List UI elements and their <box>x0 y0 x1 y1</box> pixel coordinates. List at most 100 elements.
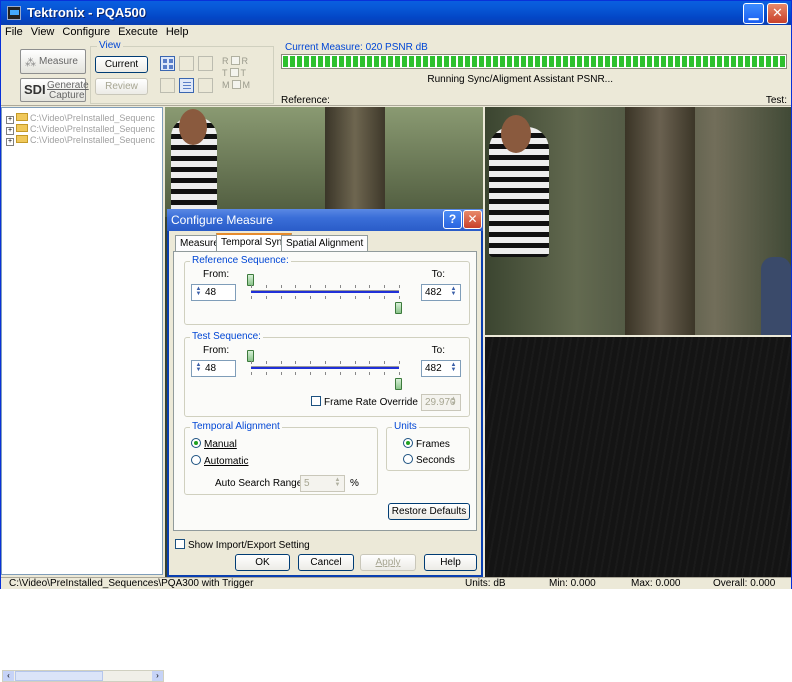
menu-help[interactable]: Help <box>162 25 193 40</box>
automatic-radio[interactable]: Automatic <box>191 455 248 467</box>
slider-tick <box>339 285 341 288</box>
expand-icon[interactable]: + <box>6 116 14 124</box>
manual-label: Manual <box>204 439 237 450</box>
expand-icon[interactable]: + <box>6 138 14 146</box>
menu-file[interactable]: File <box>1 25 27 40</box>
title-bar[interactable]: Tektronix - PQA500 ▁ ✕ <box>1 1 791 25</box>
help-button[interactable]: Help <box>424 554 477 571</box>
current-button[interactable]: Current <box>95 56 148 73</box>
layout-graph-icon[interactable] <box>160 78 175 93</box>
layout-quad-icon[interactable] <box>160 56 175 71</box>
menu-execute[interactable]: Execute <box>114 25 162 40</box>
slider-tick <box>280 372 282 375</box>
review-button[interactable]: Review <box>95 78 148 95</box>
reference-to-label: To: <box>431 269 445 280</box>
search-range-spinner[interactable]: 5 ▲ ▼ <box>300 475 345 492</box>
app-window: Tektronix - PQA500 ▁ ✕ File View Configure… <box>0 0 792 682</box>
layout-single-icon[interactable] <box>198 78 213 93</box>
layout-overlay-icon[interactable] <box>198 56 213 71</box>
rtm-row-t[interactable]: TT <box>222 68 246 78</box>
search-range-unit: % <box>350 478 359 489</box>
tree-item[interactable]: + C:\Video\PreInstalled_Sequenc <box>6 124 155 135</box>
slider-tick <box>265 361 267 364</box>
rtm-row-r[interactable]: RR <box>222 56 248 66</box>
reference-from-label: From: <box>203 269 230 280</box>
spinner-arrows-icon[interactable]: ▲ ▼ <box>449 286 458 298</box>
frame-rate-spinner[interactable]: 29.970 ▲ ▼ <box>421 394 461 411</box>
dialog-help-icon[interactable]: ? <box>443 210 462 229</box>
tree-item[interactable]: + C:\Video\PreInstalled_Sequenc <box>6 113 155 124</box>
test-from-spinner[interactable]: ▲ ▼ 48 <box>191 360 236 377</box>
dialog-close-icon[interactable]: ✕ <box>463 210 482 229</box>
reference-to-thumb[interactable] <box>395 302 402 314</box>
sequence-tree: + C:\Video\PreInstalled_Sequenc + C:\Video… <box>1 107 164 682</box>
slider-tick <box>354 285 356 288</box>
measure-icon: ⁂ <box>25 57 36 69</box>
status-max: Max: 0.000 <box>631 578 681 589</box>
folder-icon <box>16 113 28 121</box>
frames-radio[interactable]: Frames <box>403 438 450 450</box>
layout-grid-icon[interactable] <box>179 56 194 71</box>
slider-tick <box>310 372 312 375</box>
minimize-button[interactable]: ▁ <box>743 3 764 24</box>
cancel-button[interactable]: Cancel <box>298 554 354 571</box>
tab-spatial-alignment[interactable]: Spatial Alignment <box>281 235 369 251</box>
frame-rate-check-icon[interactable] <box>311 396 321 406</box>
ok-button[interactable]: OK <box>235 554 290 571</box>
spinner-arrows-icon[interactable]: ▲ ▼ <box>194 286 203 298</box>
temporal-sync-panel: Reference Sequence: From: To: ▲ ▼ 48 482 ▲ ▼… <box>173 251 477 531</box>
spinner-arrows-icon[interactable]: ▲ ▼ <box>333 477 342 489</box>
test-video-pane[interactable] <box>485 107 791 335</box>
reference-from-spinner[interactable]: ▲ ▼ 48 <box>191 284 236 301</box>
close-button[interactable]: ✕ <box>767 3 788 24</box>
difference-video-pane[interactable] <box>485 337 791 577</box>
status-overall: Overall: 0.000 <box>713 578 776 589</box>
expand-icon[interactable]: + <box>6 127 14 135</box>
view-group: View Current Review RR TT MM <box>90 40 274 104</box>
folder-icon <box>16 124 28 132</box>
manual-radio[interactable]: Manual <box>191 438 237 450</box>
scroll-right-icon[interactable]: › <box>152 671 163 681</box>
slider-tick <box>265 285 267 288</box>
apply-button[interactable]: Apply <box>360 554 416 571</box>
menu-configure[interactable]: Configure <box>58 25 114 40</box>
scroll-left-icon[interactable]: ‹ <box>3 671 14 681</box>
rtm-row-m[interactable]: MM <box>222 80 250 90</box>
seconds-radio[interactable]: Seconds <box>403 454 455 466</box>
slider-tick <box>384 285 386 288</box>
radio-unselected-icon[interactable] <box>191 455 201 465</box>
test-to-spinner[interactable]: 482 ▲ ▼ <box>421 360 461 377</box>
rtm-m-check[interactable] <box>231 80 241 89</box>
scroll-thumb[interactable] <box>15 671 103 681</box>
test-sequence-label: Test Sequence: <box>190 331 263 342</box>
dialog-title-bar[interactable]: Configure Measure ? ✕ <box>167 209 483 231</box>
import-export-check-icon[interactable] <box>175 539 185 549</box>
slider-tick <box>384 361 386 364</box>
seconds-label: Seconds <box>416 455 455 466</box>
tree-item[interactable]: + C:\Video\PreInstalled_Sequenc <box>6 135 155 146</box>
radio-unselected-icon[interactable] <box>403 454 413 464</box>
rtm-t-check[interactable] <box>229 68 239 77</box>
test-to-thumb[interactable] <box>395 378 402 390</box>
menu-view[interactable]: View <box>27 25 59 40</box>
reference-label: Reference: <box>281 95 330 106</box>
units-label: Units <box>392 421 419 432</box>
view-group-label: View <box>97 40 123 51</box>
generate-capture-button[interactable]: SDI Generate Capture <box>20 78 89 102</box>
slider-tick <box>325 372 326 375</box>
spinner-arrows-icon[interactable]: ▲ ▼ <box>194 362 203 374</box>
frames-label: Frames <box>416 439 450 450</box>
layout-list-icon[interactable] <box>179 78 194 93</box>
spinner-arrows-icon[interactable]: ▲ ▼ <box>449 396 458 408</box>
rtm-r-check[interactable] <box>230 56 240 65</box>
slider-tick <box>280 361 282 364</box>
tree-horizontal-scrollbar[interactable]: ‹ › <box>2 670 164 682</box>
show-import-export-checkbox[interactable]: Show Import/Export Setting <box>175 539 310 551</box>
test-from-label: From: <box>203 345 230 356</box>
measure-button[interactable]: ⁂ Measure <box>20 49 86 74</box>
radio-selected-icon[interactable] <box>403 438 413 448</box>
spinner-arrows-icon[interactable]: ▲ ▼ <box>449 362 458 374</box>
restore-defaults-button[interactable]: Restore Defaults <box>388 503 470 520</box>
reference-to-spinner[interactable]: 482 ▲ ▼ <box>421 284 461 301</box>
radio-selected-icon[interactable] <box>191 438 201 448</box>
